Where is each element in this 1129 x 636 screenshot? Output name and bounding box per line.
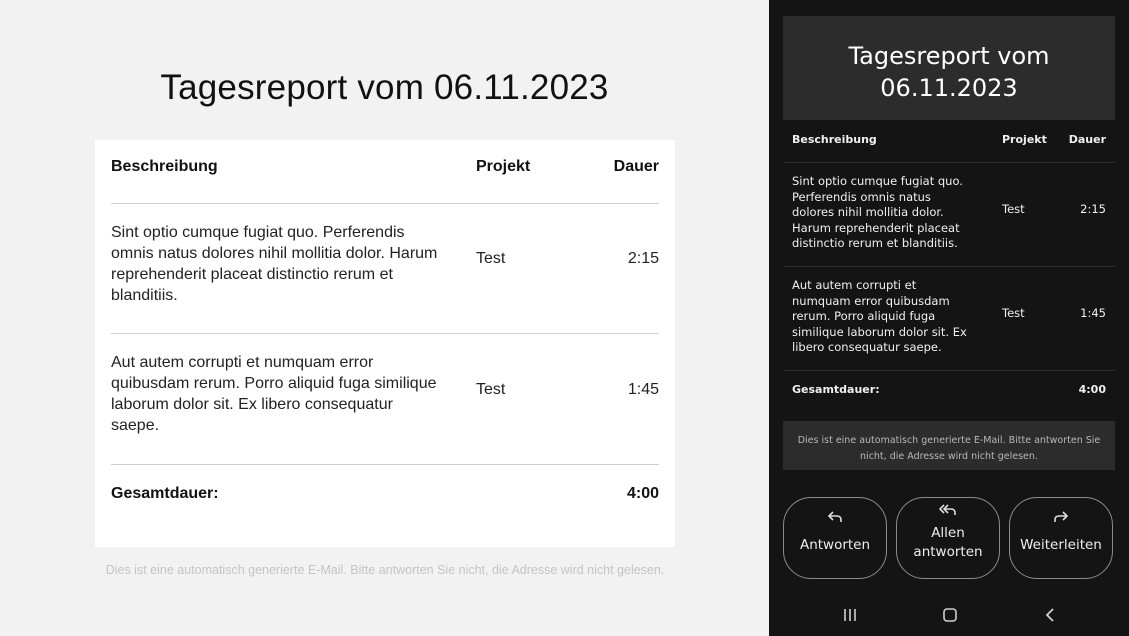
divider [111,203,659,204]
forward-icon [1010,509,1112,529]
forward-label: Weiterleiten [1020,537,1102,553]
row-project: Test [476,381,506,398]
row-project: Test [476,250,506,267]
header-description: Beschreibung [111,158,218,175]
reply-all-label-2: antworten [913,544,983,560]
row-project: Test [1002,306,1025,320]
total-label: Gesamtdauer: [792,383,880,396]
home-icon[interactable] [930,600,970,628]
header-duration: Dauer [613,158,659,175]
report-table: Beschreibung Projekt Dauer Sint optio cu… [95,140,675,547]
desktop-email-view: Tagesreport vom 06.11.2023 Beschreibung … [0,0,769,636]
system-nav-bar [769,600,1129,628]
divider [783,370,1115,371]
row-description: Sint optio cumque fugiat quo. Perferendi… [111,224,438,304]
header-duration: Dauer [1068,133,1106,146]
mobile-table-header: Beschreibung Projekt Dauer [792,132,1106,148]
divider [783,162,1115,163]
table-row: Aut autem corrupti et numquam error quib… [111,352,659,436]
header-description: Beschreibung [792,133,877,146]
row-duration: 1:45 [627,381,659,398]
table-row: Sint optio cumque fugiat quo. Perferendi… [792,174,1106,254]
row-description: Aut autem corrupti et numquam error quib… [792,278,967,354]
divider [111,333,659,334]
total-value: 4:00 [626,485,659,502]
reply-label: Antworten [799,537,871,553]
row-description: Aut autem corrupti et numquam error quib… [111,354,437,434]
reply-all-button[interactable]: Allen antworten [896,497,1000,579]
mobile-email-view: Tagesreport vom 06.11.2023 Beschreibung … [769,0,1129,636]
email-footer-note: Dies ist eine automatisch generierte E-M… [783,421,1115,470]
row-duration: 2:15 [1080,202,1106,216]
title-line-2: 06.11.2023 [880,74,1018,102]
reply-all-icon [897,502,999,522]
header-project: Projekt [1002,133,1047,146]
header-project: Projekt [476,158,531,175]
forward-button[interactable]: Weiterleiten [1009,497,1113,579]
reply-all-label-1: Allen [931,525,965,541]
back-icon[interactable] [1031,600,1071,628]
mobile-total-row: Gesamtdauer: 4:00 [792,382,1106,398]
mobile-report-title: Tagesreport vom 06.11.2023 [783,16,1115,120]
row-description: Sint optio cumque fugiat quo. Perferendi… [792,174,963,250]
total-value: 4:00 [1078,383,1106,396]
row-project: Test [1002,202,1025,216]
recents-icon[interactable] [830,600,870,628]
divider [111,464,659,465]
table-row: Sint optio cumque fugiat quo. Perferendi… [111,222,659,306]
email-footer-note: Dies ist eine automatisch generierte E-M… [105,563,665,577]
divider [783,266,1115,267]
row-duration: 2:15 [627,250,659,267]
reply-button[interactable]: Antworten [783,497,887,579]
title-line-1: Tagesreport vom [848,42,1050,70]
table-header: Beschreibung Projekt Dauer [111,156,659,176]
total-label: Gesamtdauer: [111,485,219,502]
table-row: Aut autem corrupti et numquam error quib… [792,278,1106,358]
report-title: Tagesreport vom 06.11.2023 [160,68,609,107]
row-duration: 1:45 [1080,306,1106,320]
total-row: Gesamtdauer: 4:00 [111,483,659,505]
reply-icon [784,509,886,529]
